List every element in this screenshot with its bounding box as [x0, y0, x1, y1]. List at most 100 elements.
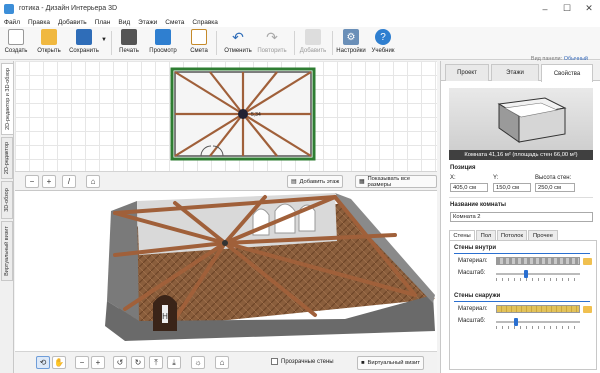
- estimate-label: Смета: [190, 48, 208, 54]
- tab-ceiling[interactable]: Потолок: [497, 230, 527, 240]
- settings-label: Настройки: [336, 48, 366, 54]
- menu-add[interactable]: Добавить: [54, 19, 91, 26]
- transparent-walls-toggle[interactable]: Прозрачные стены: [271, 358, 334, 365]
- menu-floors[interactable]: Этажи: [134, 19, 161, 26]
- settings-gear-icon: ⚙: [343, 29, 359, 45]
- zoom-in-icon[interactable]: +: [42, 175, 56, 188]
- y-label: Y:: [493, 175, 499, 181]
- zoom-out-3d-icon[interactable]: −: [75, 356, 89, 369]
- menu-view[interactable]: Вид: [114, 19, 134, 26]
- outside-folder-icon[interactable]: [583, 306, 592, 313]
- folder-icon: [41, 29, 57, 45]
- camera-icon: ■: [361, 360, 365, 366]
- tab-virtual-visit-label: Виртуальный визит: [4, 226, 10, 276]
- estimate-button[interactable]: Смета: [188, 29, 210, 59]
- inside-scale-knob[interactable]: [524, 270, 528, 278]
- save-button[interactable]: Сохранить: [69, 29, 99, 59]
- view-3d-canvas[interactable]: H: [15, 191, 437, 351]
- tab-2d-editor-label: 2D-редактор: [4, 141, 11, 175]
- monitor-icon: [155, 29, 171, 45]
- tutorial-label: Учебник: [371, 48, 395, 54]
- window-title: готика - Дизайн Интерьера 3D: [19, 5, 118, 12]
- tab-floors[interactable]: Этажи: [491, 64, 539, 81]
- maximize-button[interactable]: ☐: [556, 0, 578, 17]
- menu-help[interactable]: Справка: [188, 19, 222, 26]
- minimize-button[interactable]: –: [534, 0, 556, 17]
- tab-2d-and-3d[interactable]: 2D-редактор и 3D-обзор: [1, 63, 13, 135]
- room-name-title: Название комнаты: [450, 202, 506, 208]
- virtual-visit-button[interactable]: ■ Виртуальный визит: [357, 356, 424, 370]
- tab-floor[interactable]: Пол: [476, 230, 496, 240]
- tab-properties[interactable]: Свойства: [541, 64, 593, 82]
- close-button[interactable]: ✕: [578, 0, 600, 17]
- orbit-icon[interactable]: ⟲: [36, 356, 50, 369]
- menu-estimate[interactable]: Смета: [161, 19, 188, 26]
- walls-settings: Стены внутри Материал: Масштаб: Стены сн…: [449, 240, 597, 370]
- print-button[interactable]: Печать: [117, 29, 141, 59]
- plan-dimension-label: 5,34: [251, 112, 261, 118]
- add-floor-button[interactable]: ▤ Добавить этаж: [287, 175, 344, 188]
- light-bulb-icon[interactable]: ☼: [191, 356, 205, 369]
- menu-plan[interactable]: План: [91, 19, 115, 26]
- tab-floors-label: Этажи: [506, 70, 524, 76]
- transparent-walls-label: Прозрачные стены: [281, 358, 334, 365]
- tab-virtual-visit[interactable]: Виртуальный визит: [1, 221, 13, 281]
- tab-other-label: Прочее: [533, 232, 553, 239]
- inside-material-swatch[interactable]: [496, 257, 580, 265]
- settings-button[interactable]: ⚙ Настройки: [336, 29, 366, 59]
- ruler-icon[interactable]: /: [62, 175, 76, 188]
- save-label: Сохранить: [69, 48, 99, 54]
- wall-height-input[interactable]: 250,0 см: [535, 183, 575, 192]
- tab-walls-label: Стены: [453, 232, 471, 239]
- inside-scale-slider[interactable]: [496, 273, 580, 275]
- tutorial-button[interactable]: ? Учебник: [370, 29, 396, 59]
- add-button[interactable]: Добавить: [298, 29, 328, 59]
- room-preview-box-icon: [497, 97, 567, 143]
- x-input[interactable]: 405,0 см: [450, 183, 488, 192]
- menu-edit[interactable]: Правка: [24, 19, 54, 26]
- wall-height-label: Высота стен:: [535, 175, 572, 181]
- home-3d-icon[interactable]: ⌂: [215, 356, 229, 369]
- zoom-out-icon[interactable]: −: [25, 175, 39, 188]
- y-input[interactable]: 150,0 см: [493, 183, 531, 192]
- transparent-walls-checkbox[interactable]: [271, 358, 278, 365]
- hand-pan-icon[interactable]: ✋: [52, 356, 66, 369]
- position-title: Позиция: [450, 165, 476, 171]
- menu-file[interactable]: Файл: [0, 19, 24, 26]
- layers-icon: ▤: [291, 178, 297, 185]
- tilt-down-icon[interactable]: ⤓: [167, 356, 181, 369]
- redo-button[interactable]: ↷ Повторить: [255, 29, 289, 59]
- create-label: Создать: [4, 48, 28, 54]
- zoom-in-3d-icon[interactable]: +: [91, 356, 105, 369]
- preview-button[interactable]: Просмотр: [148, 29, 178, 59]
- outside-scale-slider[interactable]: [496, 321, 580, 323]
- home-icon[interactable]: ⌂: [86, 175, 100, 188]
- redo-label: Повторить: [257, 48, 287, 54]
- chandelier-icon[interactable]: [238, 109, 248, 119]
- virtual-visit-label: Виртуальный визит: [367, 360, 420, 366]
- chevron-down-icon: ▼: [101, 37, 107, 43]
- tab-3d-view[interactable]: 3D-обзор: [1, 181, 13, 219]
- tab-walls[interactable]: Стены: [449, 230, 475, 240]
- tab-2d-editor[interactable]: 2D-редактор: [1, 137, 13, 179]
- inside-scale-label: Масштаб:: [458, 270, 486, 276]
- outside-material-swatch[interactable]: [496, 305, 580, 313]
- add-label: Добавить: [299, 48, 327, 54]
- tab-project[interactable]: Проект: [445, 64, 489, 81]
- walls-inside-title: Стены внутри: [454, 245, 497, 251]
- inside-folder-icon[interactable]: [583, 258, 592, 265]
- outside-scale-knob[interactable]: [514, 318, 518, 326]
- tab-other[interactable]: Прочее: [528, 230, 558, 240]
- help-icon: ?: [375, 29, 391, 45]
- outside-scale-label: Масштаб:: [458, 318, 486, 324]
- undo-button[interactable]: ↶ Отменить: [224, 29, 252, 59]
- create-button[interactable]: Создать: [5, 29, 27, 59]
- show-dimensions-button[interactable]: ▦ Показывать все размеры: [355, 175, 437, 188]
- room-name-input[interactable]: Комната 2: [450, 212, 593, 222]
- open-button[interactable]: Открыть: [36, 29, 62, 59]
- tilt-up-icon[interactable]: ⤒: [149, 356, 163, 369]
- rotate-right-icon[interactable]: ↻: [131, 356, 145, 369]
- rotate-left-icon[interactable]: ↺: [113, 356, 127, 369]
- show-dimensions-label: Показывать все размеры: [367, 175, 411, 188]
- undo-arrow-icon: ↶: [232, 28, 244, 45]
